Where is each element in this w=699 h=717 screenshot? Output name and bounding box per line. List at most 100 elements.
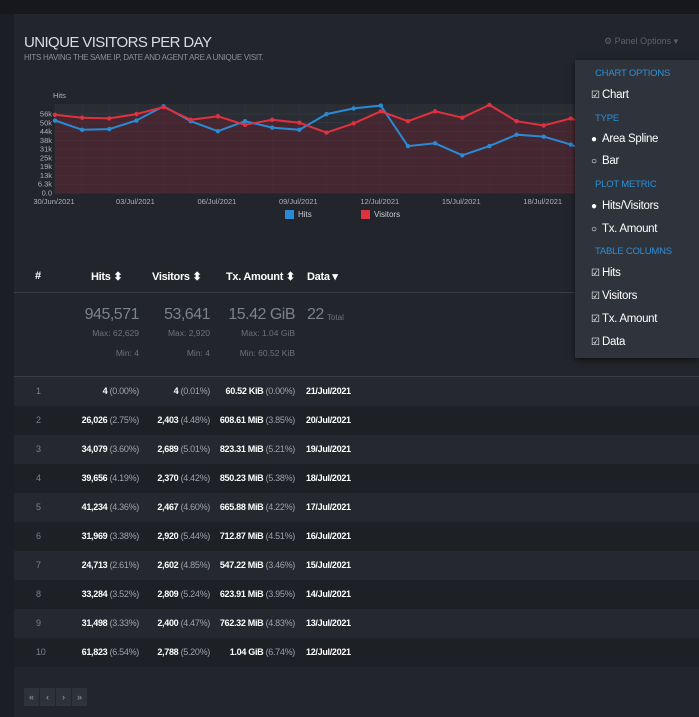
- panel-options-menu: CHART OPTIONS ☑ Chart TYPE ● Area Spline ○…: [575, 60, 699, 358]
- column-header-index: #: [35, 270, 41, 282]
- row-date[interactable]: 14/Jul/2021: [306, 589, 351, 599]
- row-date[interactable]: 20/Jul/2021: [306, 415, 351, 425]
- next-page-button[interactable]: ›: [56, 688, 71, 706]
- tx-percent: (3.95%): [265, 589, 296, 599]
- visitors-data-point: [324, 130, 329, 135]
- visitors-data-point: [188, 117, 193, 123]
- hits-data-point: [215, 128, 221, 134]
- row-date[interactable]: 21/Jul/2021: [306, 386, 351, 396]
- column-header-hits[interactable]: Hits ⬍: [91, 270, 123, 283]
- row-date[interactable]: 16/Jul/2021: [306, 531, 351, 541]
- visitors-value: 2,920: [157, 531, 179, 541]
- visitors-value: 2,602: [157, 560, 179, 570]
- row-visitors: 4 (0.01%): [134, 386, 211, 396]
- row-index: 5: [36, 502, 41, 512]
- option-chart[interactable]: ☑ Chart: [591, 89, 629, 101]
- option-column-tx-amount[interactable]: ☑ Tx. Amount: [591, 313, 657, 325]
- visitors-percent: (5.24%): [180, 589, 211, 599]
- checkbox-checked-icon: ☑: [591, 268, 600, 279]
- option-column-visitors-label: Visitors: [602, 290, 638, 302]
- column-header-tx-amount[interactable]: Tx. Amount ⬍: [226, 270, 295, 283]
- hits-value: 33,284: [81, 589, 108, 599]
- panel-title: UNIQUE VISITORS PER DAY: [24, 34, 212, 51]
- y-tick-label: 44k: [40, 127, 52, 136]
- visitors-legend-label: Visitors: [374, 210, 400, 219]
- row-hits: 31,498 (3.33%): [52, 618, 140, 628]
- x-tick-label: 12/Jul/2021: [360, 197, 399, 206]
- y-tick-label: 19k: [40, 162, 52, 171]
- visitors-data-point: [460, 115, 465, 120]
- table-row: 10 61,823 (6.54%) 2,788 (5.20%) 1.04 GiB (6…: [14, 638, 699, 667]
- visitors-data-point: [432, 109, 438, 114]
- hits-legend-swatch: [285, 210, 294, 219]
- table-row: 6 31,969 (3.38%) 2,920 (5.44%) 712.87 MiB (…: [14, 522, 699, 551]
- tx-total: 15.42 GiB: [228, 306, 295, 323]
- tx-percent: (0.00%): [265, 386, 296, 396]
- option-column-data[interactable]: ☑ Data: [591, 336, 625, 348]
- row-date[interactable]: 19/Jul/2021: [306, 444, 351, 454]
- column-header-visitors[interactable]: Visitors ⬍: [152, 270, 202, 283]
- hits-value: 34,079: [81, 444, 108, 454]
- row-hits: 41,234 (4.36%): [52, 502, 140, 512]
- tx-value: 623.91 MiB: [219, 589, 264, 599]
- visitors-data-point: [215, 114, 221, 119]
- row-date[interactable]: 12/Jul/2021: [306, 647, 351, 657]
- x-tick-label: 18/Jul/2021: [523, 197, 562, 206]
- chart-options-header: CHART OPTIONS: [595, 68, 671, 79]
- row-date[interactable]: 18/Jul/2021: [306, 473, 351, 483]
- option-tx-amount[interactable]: ○ Tx. Amount: [591, 223, 657, 235]
- visitors-data-point: [297, 120, 302, 125]
- visitors-value: 2,788: [157, 647, 179, 657]
- row-hits: 61,823 (6.54%): [52, 647, 140, 657]
- visitors-data-point: [134, 111, 139, 117]
- first-page-button[interactable]: «: [24, 688, 39, 706]
- visitors-value: 2,370: [157, 473, 179, 483]
- visitors-min: Min: 4: [186, 348, 210, 358]
- option-bar[interactable]: ○ Bar: [591, 155, 619, 167]
- table-row: 7 24,713 (2.61%) 2,602 (4.85%) 547.22 MiB (…: [14, 551, 699, 580]
- last-page-button[interactable]: »: [72, 688, 87, 706]
- hits-min: Min: 4: [115, 348, 139, 358]
- row-index: 1: [36, 386, 41, 396]
- row-date[interactable]: 13/Jul/2021: [306, 618, 351, 628]
- row-index: 3: [36, 444, 41, 454]
- option-column-visitors[interactable]: ☑ Visitors: [591, 290, 637, 302]
- visitors-percent: (5.44%): [180, 531, 211, 541]
- hits-data-point: [134, 118, 139, 123]
- option-column-hits[interactable]: ☑ Hits: [591, 267, 621, 279]
- column-header-data[interactable]: Data ▾: [307, 270, 338, 283]
- row-tx-amount: 665.88 MiB (4.22%): [210, 502, 295, 512]
- visitors-data-point: [107, 116, 112, 121]
- hits-value: 41,234: [81, 502, 108, 512]
- prev-page-button[interactable]: ‹: [40, 688, 55, 706]
- row-date[interactable]: 17/Jul/2021: [306, 502, 351, 512]
- checkbox-checked-icon: ☑: [591, 337, 600, 348]
- tx-value: 823.31 MiB: [219, 444, 264, 454]
- row-hits: 33,284 (3.52%): [52, 589, 140, 599]
- tx-percent: (3.85%): [265, 415, 296, 425]
- row-index: 7: [36, 560, 41, 570]
- plot-metric-header: PLOT METRIC: [595, 179, 657, 190]
- panel-options-button[interactable]: ⚙ Panel Options ▾: [604, 36, 694, 50]
- row-tx-amount: 823.31 MiB (5.21%): [210, 444, 295, 454]
- data-total-label: Total: [327, 313, 344, 322]
- row-hits: 24,713 (2.61%): [52, 560, 140, 570]
- hits-value: 61,823: [81, 647, 108, 657]
- tx-max: Max: 1.04 GiB: [241, 328, 295, 338]
- option-area-spline[interactable]: ● Area Spline: [591, 133, 658, 145]
- row-visitors: 2,689 (5.01%): [134, 444, 210, 454]
- row-visitors: 2,809 (5.24%): [134, 589, 210, 599]
- option-hits-visitors[interactable]: ● Hits/Visitors: [591, 200, 659, 212]
- table-row: 8 33,284 (3.52%) 2,809 (5.24%) 623.91 MiB (…: [14, 580, 699, 609]
- visitors-data-point: [270, 117, 275, 123]
- hits-value: 26,026: [81, 415, 108, 425]
- radio-empty-icon: ○: [591, 156, 597, 167]
- row-index: 8: [36, 589, 41, 599]
- visitors-value: 4: [173, 386, 179, 396]
- row-date[interactable]: 15/Jul/2021: [306, 560, 351, 570]
- visitors-percent: (4.42%): [180, 473, 211, 483]
- row-hits: 34,079 (3.60%): [52, 444, 140, 454]
- row-hits: 31,969 (3.38%): [52, 531, 140, 541]
- tx-percent: (6.74%): [265, 647, 296, 657]
- visitors-data-point: [79, 115, 85, 120]
